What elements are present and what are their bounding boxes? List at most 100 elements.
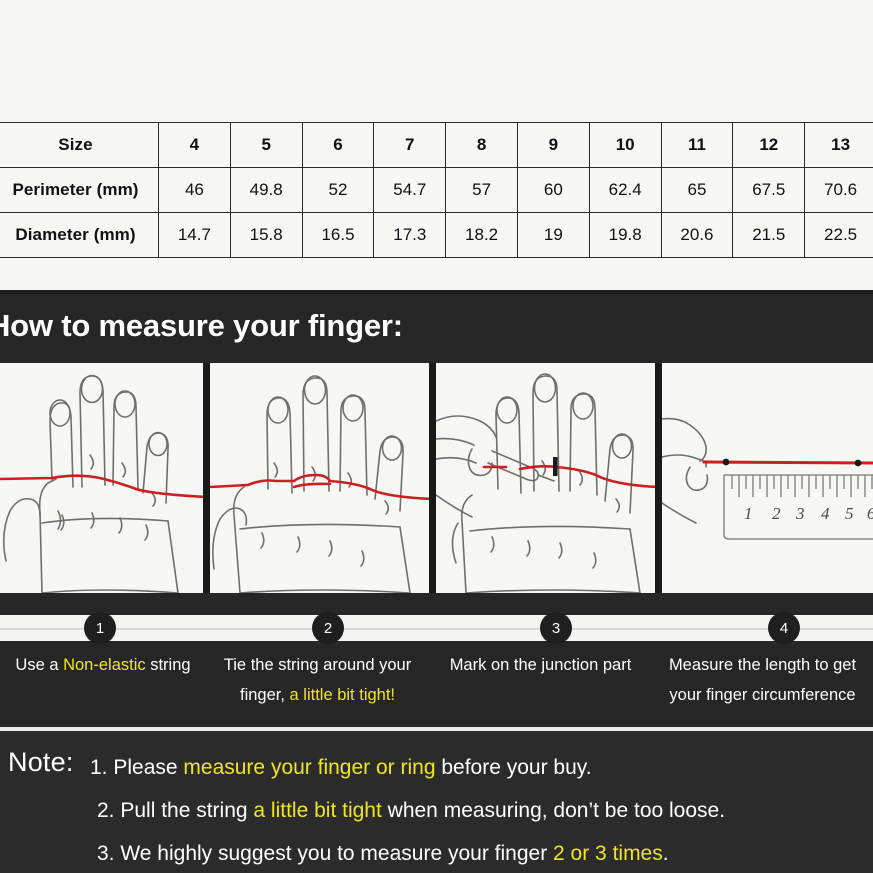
step-caption-2: Tie the string around your finger, a litt…: [206, 645, 429, 727]
size-cell-7: 11: [660, 122, 734, 168]
ruler-tick-label-6: 6: [867, 504, 873, 523]
ring-size-table-container: Size 4 5 6 7 8 9 10 11 12 13 Perimeter (…: [0, 122, 873, 258]
ring-size-table: Size 4 5 6 7 8 9 10 11 12 13 Perimeter (…: [0, 122, 873, 258]
plain-text: before your buy.: [435, 756, 592, 779]
plain-text: when measuring, don’t be too loose.: [381, 799, 726, 822]
string-start-mark: [723, 458, 730, 466]
diameter-cell-0: 14.7: [158, 212, 231, 258]
string-tied-around-finger-panel: [209, 363, 437, 593]
step-marker-3[interactable]: 3: [541, 613, 571, 643]
ruler-tick-label-2: 2: [772, 504, 781, 523]
step-marker-4[interactable]: 4: [769, 613, 799, 643]
ruler-tick-label-3: 3: [795, 504, 805, 523]
plain-text: .: [662, 842, 669, 865]
table-row-diameter: Diameter (mm) 14.7 15.8 16.5 17.3 18.2 1…: [0, 212, 873, 258]
diameter-cell-9: 22.5: [804, 212, 873, 258]
perimeter-cell-9: 70.6: [804, 167, 873, 213]
row-header-diameter: Diameter (mm): [0, 212, 159, 258]
caption-line: Measure the length to get: [652, 650, 873, 680]
highlighted-text: measure your finger or ring: [183, 756, 436, 779]
plain-text: finger,: [239, 686, 290, 704]
step-caption-3: Mark on the junction part: [429, 645, 652, 727]
ruler-tick-label-5: 5: [845, 504, 854, 523]
ring-size-guide-page: Size 4 5 6 7 8 9 10 11 12 13 Perimeter (…: [0, 0, 873, 873]
plain-text: string: [145, 656, 191, 674]
note-label: Note:: [8, 747, 74, 777]
diameter-cell-4: 18.2: [445, 212, 518, 258]
size-table-body: Size 4 5 6 7 8 9 10 11 12 13 Perimeter (…: [0, 122, 873, 258]
row-header-perimeter: Perimeter (mm): [0, 167, 159, 213]
diameter-cell-5: 19: [516, 212, 590, 258]
diameter-cell-3: 17.3: [373, 212, 447, 258]
plain-text: 3. We highly suggest you to measure your…: [97, 842, 554, 865]
step-captions: Use a Non-elastic string Tie the string …: [0, 645, 873, 727]
size-cell-2: 6: [301, 122, 375, 168]
row-header-size: Size: [0, 122, 159, 168]
plain-text: 1. Please: [90, 756, 184, 779]
note-section: Note: 1. Please measure your finger or r…: [0, 731, 873, 873]
perimeter-cell-2: 52: [301, 167, 375, 213]
step-marker-2[interactable]: 2: [313, 613, 343, 643]
perimeter-cell-4: 57: [445, 167, 518, 213]
step-marker-1[interactable]: 1: [85, 613, 115, 643]
string-end-mark: [855, 459, 862, 467]
perimeter-cell-3: 54.7: [373, 167, 447, 213]
plain-text: Tie the string around your: [223, 656, 412, 674]
ruler-tick-label-4: 4: [821, 504, 830, 523]
plain-text: Use a: [15, 656, 64, 674]
plain-text: 2. Pull the string: [97, 799, 254, 822]
hand-with-string-panel: [0, 363, 210, 593]
size-cell-0: 4: [158, 122, 231, 168]
perimeter-cell-6: 62.4: [588, 167, 662, 213]
perimeter-cell-1: 49.8: [229, 167, 303, 213]
perimeter-cell-5: 60: [516, 167, 590, 213]
note-list: 1. Please measure your finger or ring be…: [90, 746, 870, 873]
table-row-perimeter: Perimeter (mm) 46 49.8 52 54.7 57 60 62.…: [0, 167, 873, 213]
caption-line: Mark on the junction part: [429, 650, 652, 680]
size-cell-8: 12: [732, 122, 806, 168]
mark-junction-panel: [436, 363, 663, 593]
perimeter-cell-0: 46: [158, 167, 231, 213]
step-progress-bar: 1 2 3 4: [0, 613, 873, 643]
highlighted-text: a little bit tight: [253, 799, 382, 822]
mark-junction-illustration: [436, 373, 656, 593]
size-cell-1: 5: [229, 122, 303, 168]
table-row-size: Size 4 5 6 7 8 9 10 11 12 13: [0, 122, 873, 168]
diameter-cell-7: 20.6: [660, 212, 734, 258]
diameter-cell-8: 21.5: [732, 212, 806, 258]
junction-mark: [553, 457, 558, 476]
page-title: How to measure your finger:: [0, 308, 403, 343]
step-caption-4: Measure the length to get your finger cir…: [652, 645, 873, 727]
caption-line: your finger circumference: [652, 680, 873, 710]
highlighted-text: 2 or 3 times: [553, 842, 663, 865]
diameter-cell-2: 16.5: [301, 212, 375, 258]
diameter-cell-1: 15.8: [229, 212, 303, 258]
note-item-2: 2. Pull the string a little bit tight wh…: [90, 789, 870, 832]
step-progress-track: [0, 628, 873, 630]
perimeter-cell-7: 65: [660, 167, 734, 213]
note-item-1: 1. Please measure your finger or ring be…: [90, 746, 870, 789]
size-cell-6: 10: [588, 122, 662, 168]
plain-text: your finger circumference: [669, 686, 856, 704]
diameter-cell-6: 19.8: [588, 212, 662, 258]
caption-line: Use a Non-elastic string: [0, 650, 206, 680]
ruler-tick-label-1: 1: [744, 504, 753, 523]
size-cell-9: 13: [804, 122, 873, 168]
caption-line: finger, a little bit tight!: [206, 680, 429, 710]
string-tied-illustration: [209, 375, 430, 593]
size-cell-4: 8: [445, 122, 518, 168]
size-cell-5: 9: [516, 122, 590, 168]
how-to-measure-section: How to measure your finger: 1 2 3 4 5 1 …: [0, 290, 873, 873]
size-cell-3: 7: [373, 122, 447, 168]
hand-with-string-illustration: [0, 374, 203, 593]
highlighted-text: a little bit tight!: [289, 686, 396, 704]
step-caption-1: Use a Non-elastic string: [0, 645, 206, 727]
highlighted-text: Non-elastic: [63, 656, 146, 674]
caption-line: Tie the string around your: [206, 650, 429, 680]
ruler-measure-panel: 1 2 3 4 5 6: [662, 363, 873, 593]
plain-text: Mark on the junction part: [449, 656, 632, 674]
perimeter-cell-8: 67.5: [732, 167, 806, 213]
ruler-measure-illustration: 1 2 3 4 5 6: [662, 417, 873, 540]
plain-text: Measure the length to get: [668, 656, 857, 674]
note-item-3: 3. We highly suggest you to measure your…: [90, 832, 870, 873]
